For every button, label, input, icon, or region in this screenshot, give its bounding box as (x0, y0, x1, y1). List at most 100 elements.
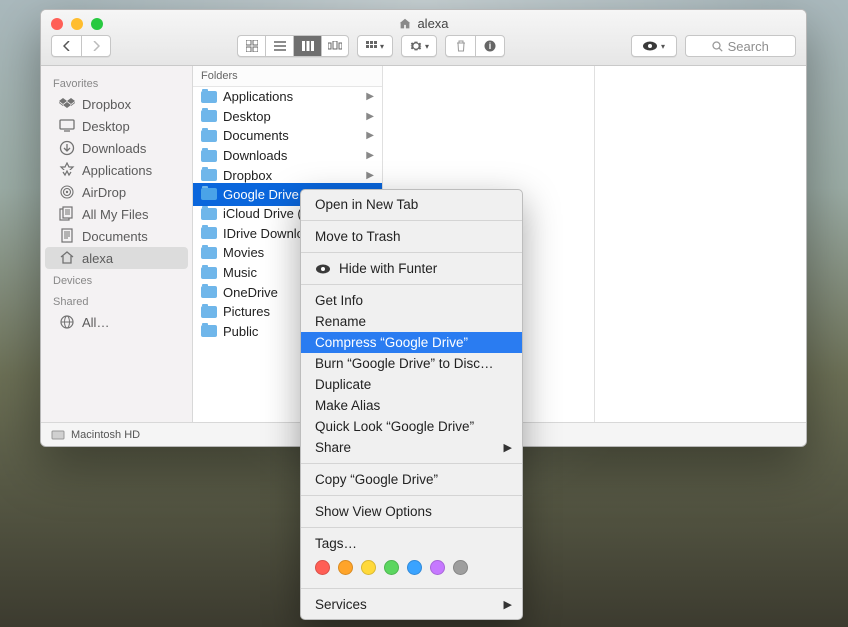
folder-label: Downloads (223, 148, 287, 163)
tag-dot[interactable] (407, 560, 422, 575)
sidebar-item-label: All… (82, 315, 109, 330)
menu-item-label: Services (315, 597, 367, 612)
sidebar-item-alexa[interactable]: alexa (45, 247, 188, 269)
grid-small-icon (366, 41, 378, 51)
menu-item[interactable]: Quick Look “Google Drive” (301, 416, 522, 437)
folder-item[interactable]: Desktop▶ (193, 107, 382, 127)
sidebar-item-label: All My Files (82, 207, 148, 222)
tag-dot[interactable] (315, 560, 330, 575)
icon-view-button[interactable] (237, 35, 265, 57)
sidebar-item-all[interactable]: All… (45, 311, 188, 333)
sidebar-item-all-my-files[interactable]: All My Files (45, 203, 188, 225)
menu-item[interactable]: Rename (301, 311, 522, 332)
back-button[interactable] (51, 35, 81, 57)
list-view-button[interactable] (265, 35, 293, 57)
view-mode-buttons (237, 35, 349, 57)
sidebar-item-label: AirDrop (82, 185, 126, 200)
sidebar-item-label: Desktop (82, 119, 130, 134)
menu-item[interactable]: Get Info (301, 290, 522, 311)
info-icon: i (484, 40, 496, 52)
sidebar-item-dropbox[interactable]: Dropbox (45, 93, 188, 115)
folder-icon (201, 208, 217, 220)
sidebar-header-devices: Devices (41, 269, 192, 290)
menu-item[interactable]: Share▶ (301, 437, 522, 458)
menu-item-label: Compress “Google Drive” (315, 335, 468, 350)
tag-dot[interactable] (384, 560, 399, 575)
folder-item[interactable]: Downloads▶ (193, 146, 382, 166)
menu-item[interactable]: Copy “Google Drive” (301, 469, 522, 490)
menu-item[interactable]: Show View Options (301, 501, 522, 522)
menu-item[interactable]: Make Alias (301, 395, 522, 416)
trash-button[interactable] (445, 35, 475, 57)
menu-item[interactable]: Burn “Google Drive” to Disc… (301, 353, 522, 374)
forward-button[interactable] (81, 35, 111, 57)
folder-label: Applications (223, 89, 293, 104)
menu-tags-row (301, 554, 522, 583)
context-menu: Open in New Tab Move to Trash Hide with Fu… (300, 189, 523, 620)
folder-icon (201, 247, 217, 259)
folder-item[interactable]: Documents ▶ (193, 126, 382, 146)
menu-item-label: Share (315, 440, 351, 455)
sidebar-item-desktop[interactable]: Desktop (45, 115, 188, 137)
window-title: alexa (41, 10, 806, 31)
menu-item[interactable]: Hide with Funter (301, 258, 522, 279)
desktop-icon (59, 118, 75, 134)
close-window-button[interactable] (51, 18, 63, 30)
folder-icon (201, 130, 217, 142)
menu-item[interactable]: Duplicate (301, 374, 522, 395)
tag-dot[interactable] (338, 560, 353, 575)
home-icon (59, 250, 75, 266)
arrange-button[interactable]: ▾ (357, 35, 393, 57)
menu-item[interactable]: Open in New Tab (301, 194, 522, 215)
menu-item-label: Get Info (315, 293, 363, 308)
sidebar: Favorites DropboxDesktopDownloadsApplica… (41, 66, 193, 422)
sidebar-item-documents[interactable]: Documents (45, 225, 188, 247)
minimize-window-button[interactable] (71, 18, 83, 30)
info-button[interactable]: i (475, 35, 505, 57)
menu-item-label: Show View Options (315, 504, 432, 519)
folder-item[interactable]: Applications ▶ (193, 87, 382, 107)
sidebar-item-downloads[interactable]: Downloads (45, 137, 188, 159)
path-disk-label: Macintosh HD (71, 429, 140, 441)
tag-dot[interactable] (361, 560, 376, 575)
chevron-right-icon: ▶ (366, 170, 374, 181)
folder-icon (201, 110, 217, 122)
coverflow-view-button[interactable] (321, 35, 349, 57)
chevron-right-icon: ▶ (366, 111, 374, 122)
list-icon (274, 41, 286, 51)
folder-label: Movies (223, 245, 264, 260)
folder-icon (201, 169, 217, 181)
folder-label: Music (223, 265, 257, 280)
column-view-button[interactable] (293, 35, 321, 57)
chevron-right-icon: ▶ (366, 130, 374, 141)
menu-item-label: Tags… (315, 536, 357, 551)
tag-dot[interactable] (453, 560, 468, 575)
menu-item[interactable]: Services ▶ (301, 594, 522, 615)
search-field[interactable]: Search (685, 35, 797, 57)
search-placeholder: Search (728, 39, 769, 54)
action-button[interactable]: ▾ (401, 35, 437, 57)
menu-item-label: Move to Trash (315, 229, 401, 244)
toolbar: ▾ ▾ i ▾ Search (41, 31, 806, 61)
chevron-right-icon (92, 41, 100, 51)
chevron-right-icon: ▶ (504, 598, 512, 611)
menu-item[interactable]: Move to Trash (301, 226, 522, 247)
columns-icon (302, 41, 314, 51)
menu-item-label: Copy “Google Drive” (315, 472, 438, 487)
menu-item[interactable]: Tags… (301, 533, 522, 554)
funter-toggle-button[interactable]: ▾ (631, 35, 677, 57)
folder-label: Public (223, 324, 258, 339)
dropbox-icon (59, 96, 75, 112)
sidebar-item-airdrop[interactable]: AirDrop (45, 181, 188, 203)
menu-item[interactable]: Compress “Google Drive” (301, 332, 522, 353)
menu-separator (301, 284, 522, 285)
folder-label: Dropbox (223, 168, 272, 183)
airdrop-icon (59, 184, 75, 200)
chevron-right-icon: ▶ (366, 91, 374, 102)
folder-label: Documents (223, 128, 289, 143)
sidebar-item-applications[interactable]: Applications (45, 159, 188, 181)
folder-label: Pictures (223, 304, 270, 319)
tag-dot[interactable] (430, 560, 445, 575)
search-icon (712, 41, 723, 52)
zoom-window-button[interactable] (91, 18, 103, 30)
